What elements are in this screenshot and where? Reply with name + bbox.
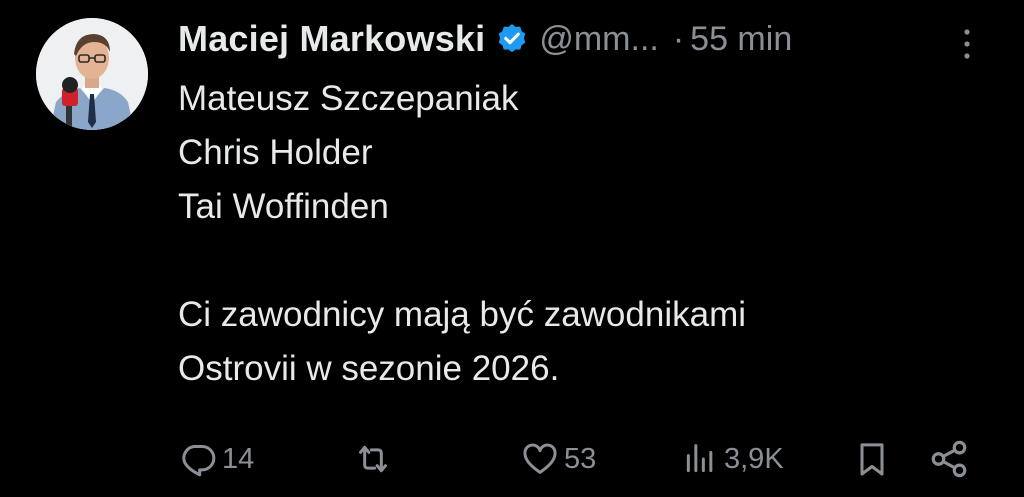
verified-badge-icon — [495, 22, 529, 56]
tweet-text-line: Tai Woffinden — [178, 187, 389, 226]
author-handle[interactable]: @mm... — [539, 20, 659, 59]
reply-icon — [178, 439, 218, 479]
views-count: 3,9K — [724, 442, 784, 475]
more-options-icon[interactable] — [955, 24, 979, 64]
repost-icon — [352, 439, 394, 479]
reply-button[interactable]: 14 — [178, 432, 254, 486]
tweet-header: Maciej Markowski @mm... · 55 min — [178, 14, 792, 64]
avatar[interactable] — [36, 18, 148, 130]
views-icon — [680, 439, 720, 479]
share-button[interactable] — [928, 432, 970, 486]
bookmark-button[interactable] — [852, 432, 892, 486]
share-icon — [928, 438, 970, 480]
tweet: Maciej Markowski @mm... · 55 min Mateusz… — [0, 0, 1024, 497]
bookmark-icon — [852, 439, 892, 479]
tweet-text-line: Chris Holder — [178, 133, 373, 172]
tweet-timestamp[interactable]: 55 min — [690, 20, 792, 59]
views-button[interactable]: 3,9K — [680, 432, 784, 486]
like-button[interactable]: 53 — [520, 432, 596, 486]
like-count: 53 — [564, 442, 597, 475]
reply-count: 14 — [222, 442, 255, 475]
header-separator: · — [672, 19, 685, 58]
tweet-text-blank-line — [178, 234, 978, 288]
tweet-action-bar: 14 53 3,9K — [0, 432, 1024, 486]
tweet-text-line: Ostrovii w sezonie 2026. — [178, 349, 560, 388]
avatar-photo — [36, 18, 148, 130]
tweet-text: Mateusz Szczepaniak Chris Holder Tai Wof… — [178, 72, 978, 396]
heart-icon — [520, 439, 560, 479]
repost-button[interactable] — [352, 432, 398, 486]
tweet-text-line: Ci zawodnicy mają być zawodnikami — [178, 295, 746, 334]
tweet-text-line: Mateusz Szczepaniak — [178, 79, 519, 118]
author-display-name[interactable]: Maciej Markowski — [178, 18, 485, 60]
